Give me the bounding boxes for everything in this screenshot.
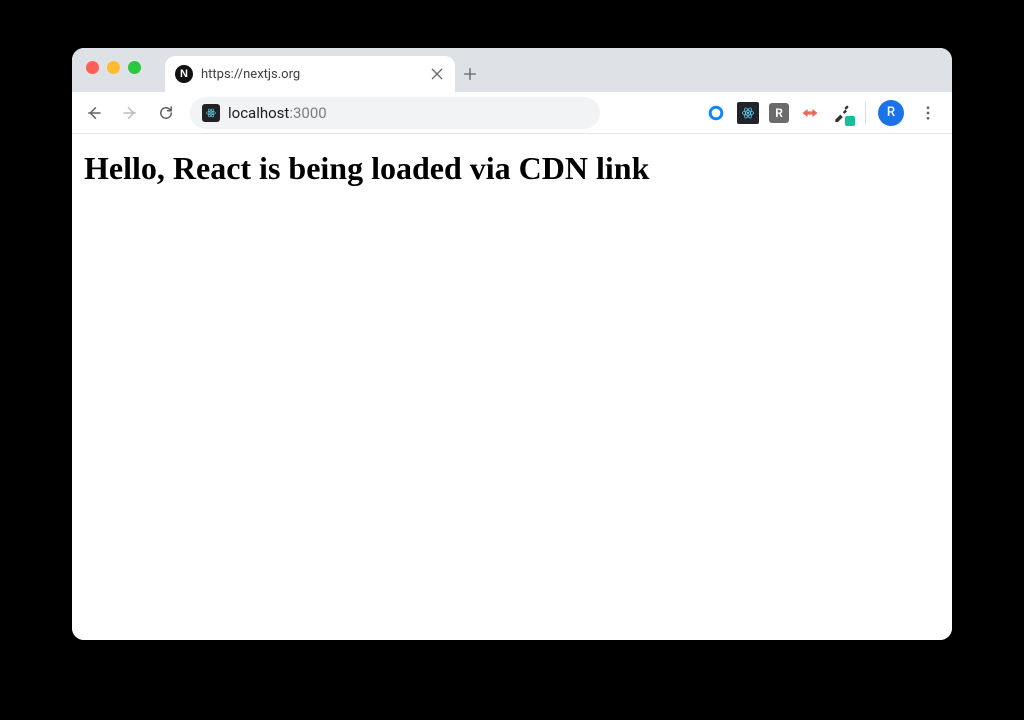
page-content: Hello, React is being loaded via CDN lin… (72, 134, 952, 640)
window-controls (86, 48, 165, 92)
extension-r-badge[interactable]: R (769, 103, 789, 123)
url-host: localhost (228, 104, 289, 122)
arrow-left-icon (85, 104, 103, 122)
minimize-window-button[interactable] (107, 61, 120, 74)
zoom-window-button[interactable] (128, 61, 141, 74)
extensions-area: R R (705, 99, 944, 127)
browser-menu-button[interactable] (914, 99, 942, 127)
url-text: localhost:3000 (228, 104, 327, 122)
extension-color-picker[interactable] (831, 102, 853, 124)
address-bar[interactable]: localhost:3000 (190, 97, 600, 129)
forward-button[interactable] (114, 97, 146, 129)
extension-r-badge-label: R (775, 106, 783, 120)
browser-tab-active[interactable]: N https://nextjs.org (165, 56, 455, 92)
browser-toolbar: localhost:3000 R (72, 92, 952, 134)
reload-icon (157, 104, 175, 122)
extensions-divider (865, 102, 866, 124)
back-button[interactable] (78, 97, 110, 129)
tab-favicon-letter: N (180, 68, 188, 80)
profile-avatar-button[interactable]: R (878, 100, 904, 126)
profile-initial: R (887, 105, 895, 120)
extension-react-devtools[interactable] (737, 102, 759, 124)
page-heading: Hello, React is being loaded via CDN lin… (84, 150, 940, 187)
picker-indicator-icon (845, 116, 855, 126)
tab-favicon-icon: N (175, 65, 193, 83)
ring-icon (706, 103, 726, 123)
close-window-button[interactable] (86, 61, 99, 74)
tab-close-button[interactable] (429, 66, 445, 82)
tab-title: https://nextjs.org (201, 67, 421, 82)
extension-loader[interactable] (705, 102, 727, 124)
react-atom-icon (740, 105, 756, 121)
kebab-icon (919, 104, 937, 122)
browser-window: N https://nextjs.org (72, 48, 952, 640)
arrow-right-icon (121, 104, 139, 122)
url-port: :3000 (289, 104, 326, 122)
close-icon (429, 66, 445, 82)
extension-redux-devtools[interactable] (799, 102, 821, 124)
double-arrow-icon (800, 103, 820, 123)
react-atom-icon (205, 107, 217, 119)
site-info-icon[interactable] (202, 104, 220, 122)
tab-strip: N https://nextjs.org (72, 48, 952, 92)
plus-icon (462, 66, 478, 82)
new-tab-button[interactable] (455, 56, 485, 92)
reload-button[interactable] (150, 97, 182, 129)
